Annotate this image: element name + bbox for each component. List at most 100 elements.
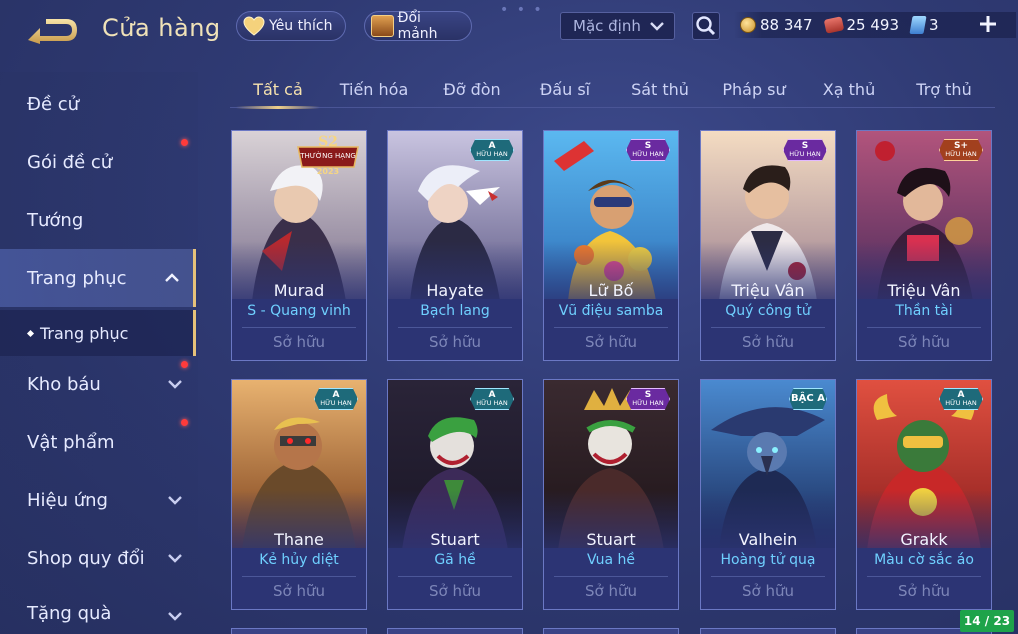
skin-card[interactable]: A HỮU HẠN Grakk Màu cờ sắc áo Sở hữu — [856, 379, 992, 610]
sidebar-item-label: Trang phục — [27, 267, 127, 289]
more-dots-icon: • • • — [500, 2, 544, 18]
sidebar-item-recommended-packs[interactable]: Gói đề cử — [0, 133, 196, 191]
badge-grade: BẬC A — [791, 393, 825, 404]
skin-name: Vũ điệu samba — [558, 303, 664, 319]
divider — [398, 327, 512, 328]
page-title: Cửa hàng — [102, 14, 221, 42]
sidebar-item-skins[interactable]: Trang phục — [0, 249, 196, 307]
skin-name: Màu cờ sắc áo — [874, 552, 974, 568]
limited-grade-badge: S HỮU HẠN — [626, 388, 670, 410]
skin-card[interactable]: A HỮU HẠN Thane Kẻ hủy diệt Sở hữu — [231, 379, 367, 610]
owned-status: Sở hữu — [898, 333, 950, 351]
limited-grade-badge: A HỮU HẠN — [939, 388, 983, 410]
skin-card-partial[interactable] — [700, 628, 836, 634]
owned-status: Sở hữu — [429, 333, 481, 351]
skin-card[interactable]: S HỮU HẠN Stuart Vua hề Sở hữu — [543, 379, 679, 610]
skin-card-partial[interactable] — [543, 628, 679, 634]
search-button[interactable] — [692, 12, 720, 40]
gold-currency: 88 347 — [740, 16, 813, 34]
skin-card[interactable]: S2 THƯỜNG HẠNG 2023 Murad S - Quang vinh… — [231, 130, 367, 361]
tab-fighter[interactable]: Đấu sĩ — [530, 72, 600, 106]
tab-all[interactable]: Tất cả — [236, 72, 320, 109]
owned-status: Sở hữu — [898, 582, 950, 600]
badge-label: HỮU HẠN — [320, 399, 352, 408]
hero-name: Stuart — [586, 530, 636, 549]
skin-card-partial[interactable] — [387, 628, 523, 634]
svg-text:2023: 2023 — [317, 167, 339, 176]
divider — [711, 576, 825, 577]
currency-bar: 88 347 25 493 3 — [734, 12, 1016, 38]
limited-grade-badge: S+ HỮU HẠN — [939, 139, 983, 161]
owned-status: Sở hữu — [585, 582, 637, 600]
sidebar-item-label: Vật phẩm — [27, 431, 115, 453]
chevron-down-icon — [168, 554, 182, 563]
limited-grade-badge: S HỮU HẠN — [783, 139, 827, 161]
tab-evolution[interactable]: Tiến hóa — [334, 72, 414, 106]
sort-dropdown[interactable]: Mặc định — [560, 12, 675, 40]
ticket-amount: 3 — [929, 16, 939, 34]
svg-text:S2: S2 — [318, 134, 338, 150]
skin-card[interactable]: S HỮU HẠN Triệu Vân Quý công tử Sở hữu — [700, 130, 836, 361]
page-indicator: 14 / 23 — [960, 610, 1014, 632]
tab-assassin[interactable]: Sát thủ — [620, 72, 700, 106]
voucher-currency: 25 493 — [823, 16, 899, 34]
notification-dot — [181, 419, 188, 426]
owned-status: Sở hữu — [273, 582, 325, 600]
limited-grade-badge: A HỮU HẠN — [470, 139, 514, 161]
exchange-fragments-button[interactable]: Đổi mảnh — [364, 10, 472, 42]
limited-grade-badge: A HỮU HẠN — [470, 388, 514, 410]
tab-tank[interactable]: Đỡ đòn — [434, 72, 510, 106]
divider — [242, 327, 356, 328]
skin-card[interactable]: S+ HỮU HẠN Triệu Vân Thần tài Sở hữu — [856, 130, 992, 361]
badge-label: HỮU HẠN — [632, 399, 664, 408]
skin-card[interactable]: BẬC A Valhein Hoàng tử quạ Sở hữu — [700, 379, 836, 610]
fragments-label: Đổi mảnh — [397, 10, 438, 42]
owned-status: Sở hữu — [429, 582, 481, 600]
back-arrow-icon — [28, 19, 77, 44]
sidebar-item-recommended[interactable]: Đề cử — [0, 75, 196, 133]
svg-text:THƯỜNG HẠNG: THƯỜNG HẠNG — [299, 151, 356, 160]
skin-name: Hoàng tử quạ — [720, 552, 816, 568]
skin-card-partial[interactable] — [231, 628, 367, 634]
heart-icon — [243, 16, 265, 36]
sidebar-item-exchange-shop[interactable]: Shop quy đổi — [0, 529, 196, 587]
badge-label: HỮU HẠN — [945, 150, 977, 159]
badge-label: HỮU HẠN — [789, 150, 821, 159]
hero-name: Grakk — [900, 530, 948, 549]
sidebar-item-items[interactable]: Vật phẩm — [0, 413, 196, 471]
skin-card[interactable]: A HỮU HẠN Hayate Bạch lang Sở hữu — [387, 130, 523, 361]
owned-status: Sở hữu — [742, 333, 794, 351]
owned-status: Sở hữu — [273, 333, 325, 351]
favorites-button[interactable]: Yêu thích — [236, 11, 346, 41]
notification-dot — [181, 139, 188, 146]
sidebar-item-heroes[interactable]: Tướng — [0, 191, 196, 249]
divider — [711, 327, 825, 328]
tier-badge: BẬC A — [789, 388, 827, 410]
hero-name: Murad — [273, 281, 325, 300]
hero-name: Triệu Vân — [731, 281, 805, 300]
favorites-label: Yêu thích — [269, 18, 333, 34]
chevron-down-icon — [168, 612, 182, 621]
sidebar-subitem-label: Trang phục — [40, 323, 129, 343]
tab-mage[interactable]: Pháp sư — [716, 72, 792, 106]
tab-marksman[interactable]: Xạ thủ — [812, 72, 886, 106]
hero-name: Stuart — [430, 530, 480, 549]
sidebar-item-gifts[interactable]: Tặng quà — [0, 587, 196, 634]
sidebar-item-label: Kho báu — [27, 373, 101, 395]
add-currency-button[interactable] — [978, 14, 998, 34]
sidebar-subitem-skins[interactable]: Trang phục — [0, 310, 196, 356]
skin-card[interactable]: S HỮU HẠN Lữ Bố Vũ điệu samba Sở hữu — [543, 130, 679, 361]
skin-card[interactable]: A HỮU HẠN Stuart Gã hề Sở hữu — [387, 379, 523, 610]
back-button[interactable] — [26, 16, 80, 46]
divider — [554, 576, 668, 577]
hero-name: Valhein — [738, 530, 798, 549]
sidebar-item-label: Hiệu ứng — [27, 489, 108, 511]
sidebar-item-label: Tặng quà — [27, 603, 112, 624]
sidebar-item-effects[interactable]: Hiệu ứng — [0, 471, 196, 529]
chevron-up-icon — [165, 273, 179, 282]
skin-name: Bạch lang — [420, 303, 490, 319]
tab-support[interactable]: Trợ thủ — [906, 72, 982, 106]
sidebar-item-treasure[interactable]: Kho báu — [0, 355, 196, 413]
owned-status: Sở hữu — [742, 582, 794, 600]
skin-name: Gã hề — [434, 552, 476, 568]
